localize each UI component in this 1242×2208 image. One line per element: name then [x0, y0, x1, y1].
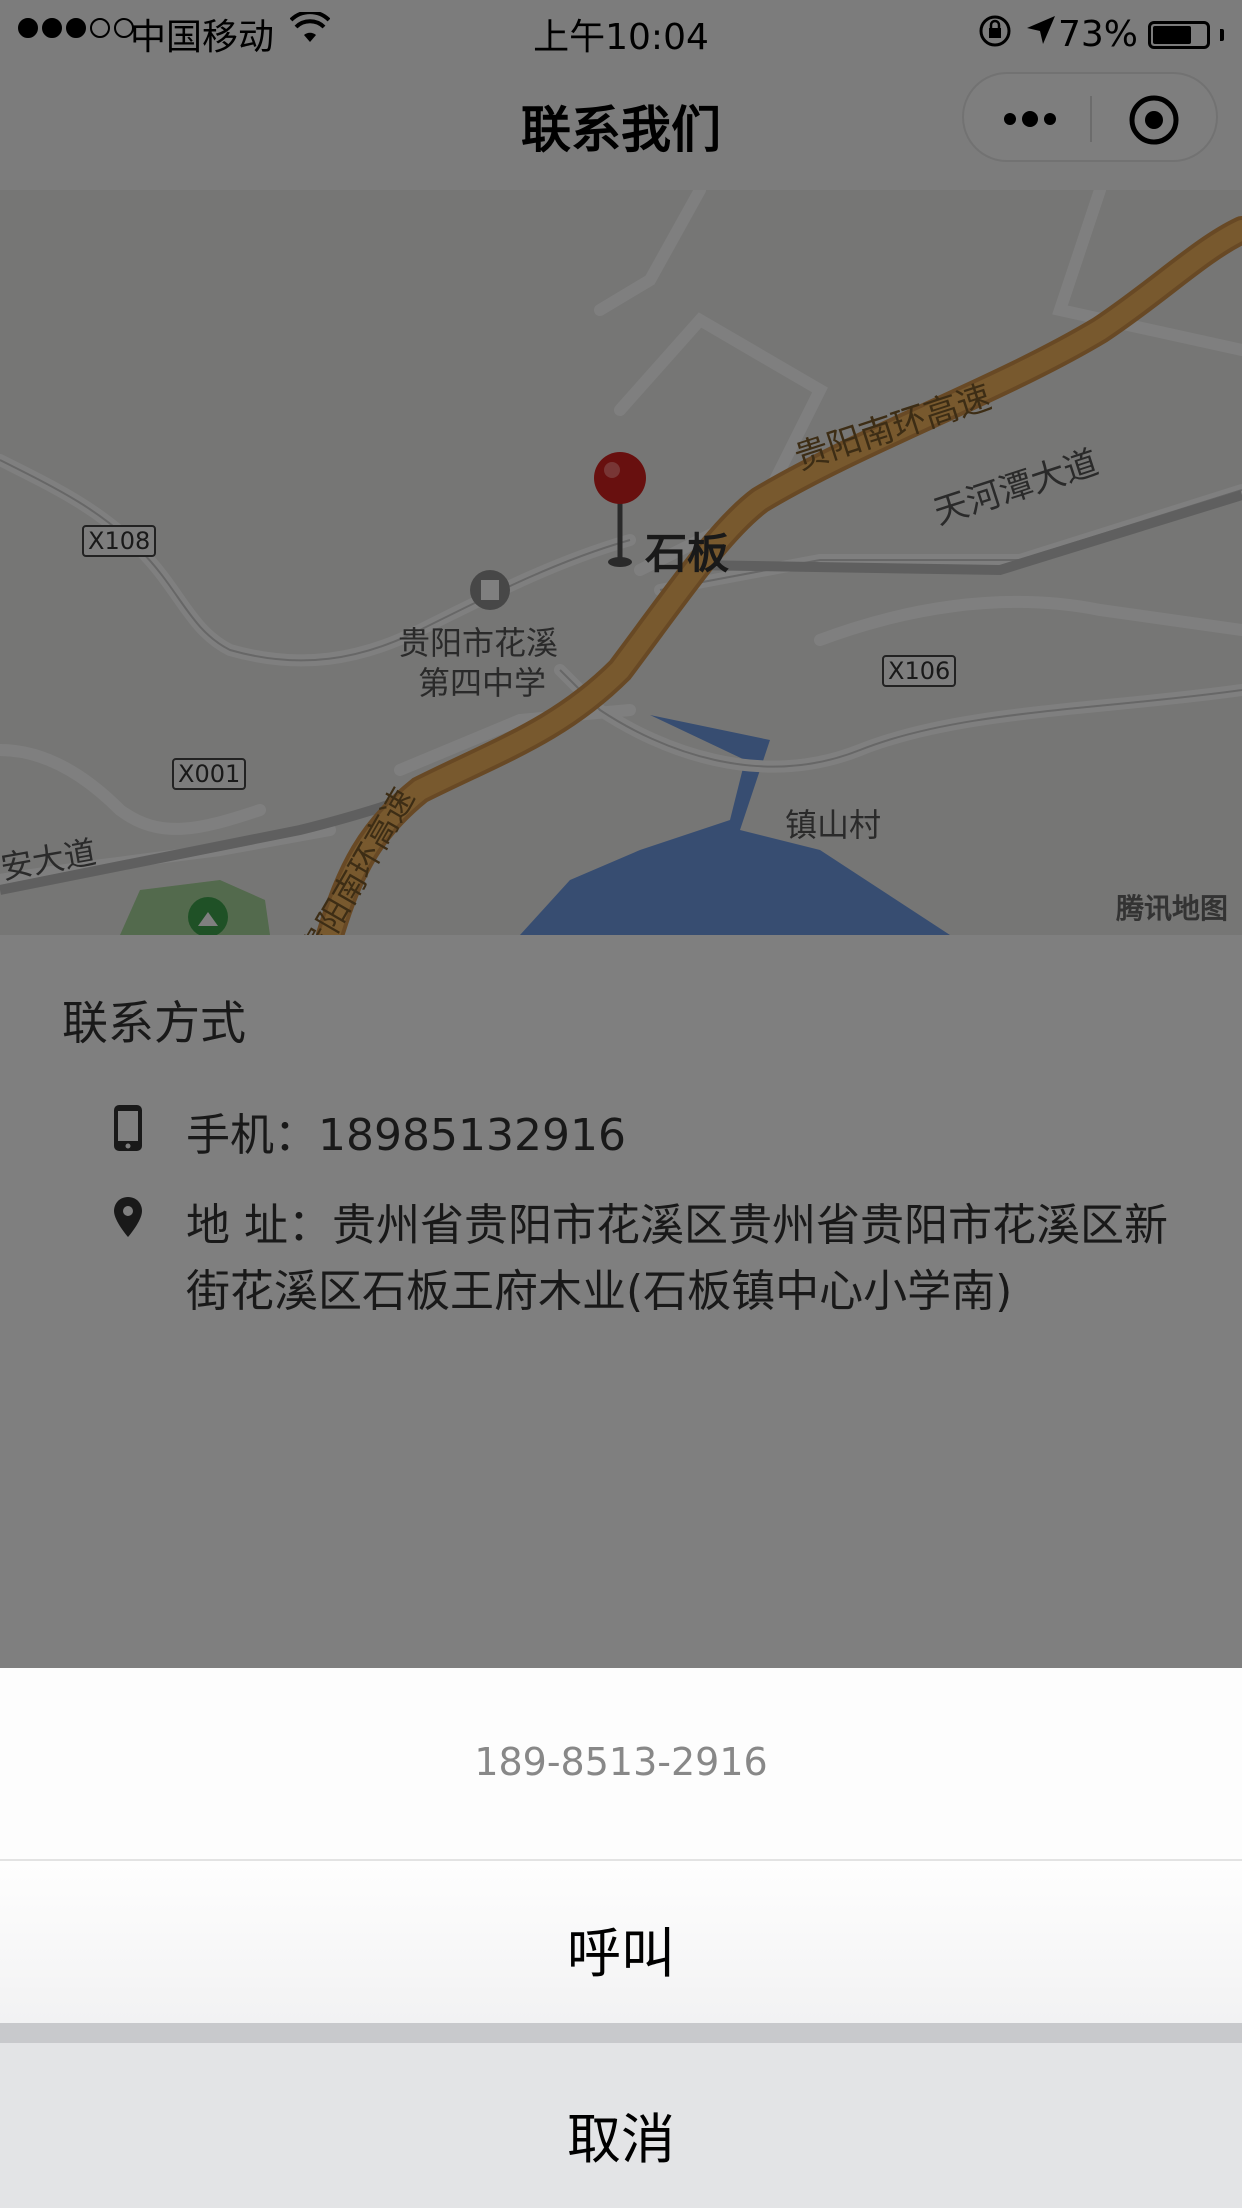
call-button-label: 呼叫 — [567, 1922, 675, 1985]
action-sheet-separator — [0, 2023, 1242, 2043]
call-button[interactable]: 呼叫 — [0, 1861, 1242, 2023]
cancel-button[interactable]: 取消 — [0, 2043, 1242, 2208]
action-sheet-header: 189-8513-2916 — [0, 1668, 1242, 1861]
action-sheet: 189-8513-2916 呼叫 取消 — [0, 1668, 1242, 2208]
mini-program-page: 中国移动 上午10:04 73% 联系我们 — [0, 0, 1242, 2208]
cancel-button-label: 取消 — [567, 2108, 675, 2171]
action-sheet-phone: 189-8513-2916 — [474, 1740, 768, 1784]
